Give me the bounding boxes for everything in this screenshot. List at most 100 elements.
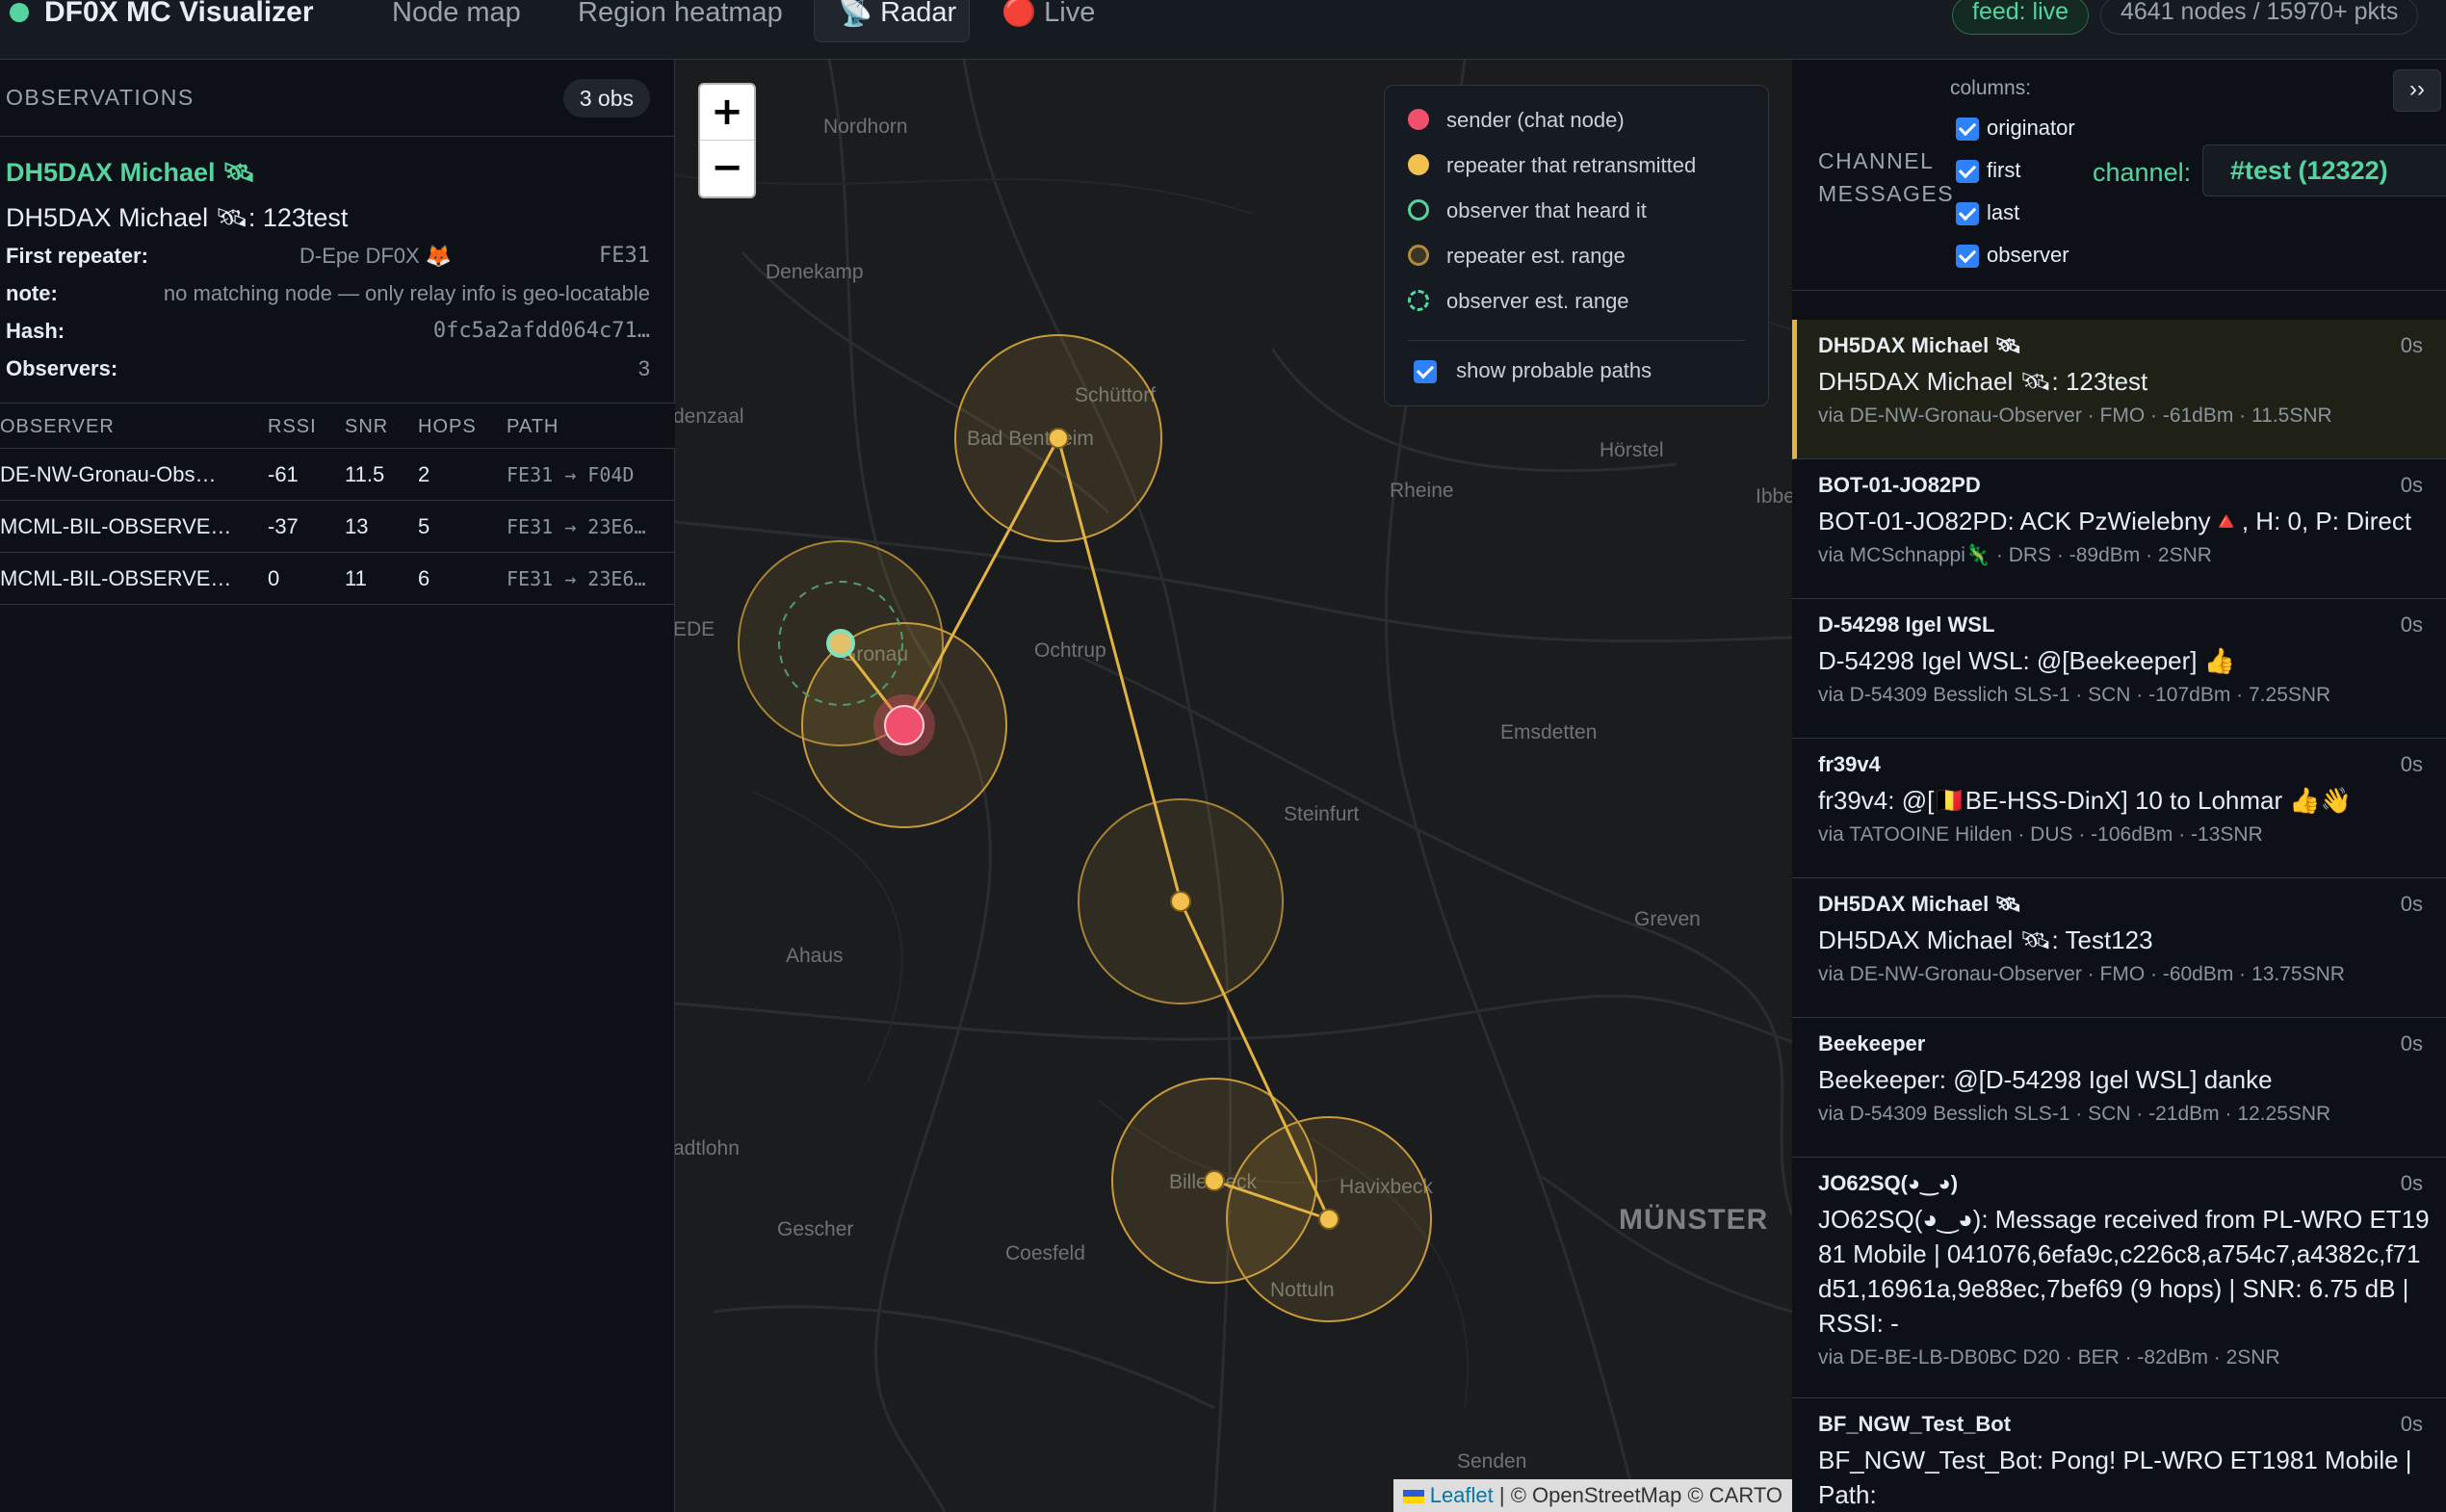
channel-label: channel: [2093,158,2192,187]
top-bar: DF0X MC Visualizer Node map Region heatm… [0,0,2446,60]
message-sender: DH5DAX Michael 🛰 [1818,333,2022,357]
list-item[interactable]: JO62SQ(◕‿◕) 0s JO62SQ(◕‿◕): Message recei… [1792,1158,2446,1398]
channel-header: CHANNEL MESSAGES columns: originator fir… [1792,60,2446,291]
table-row[interactable]: MCML-BIL-OBSERVE… -37 13 5 FE31 → 23E6… [0,501,675,553]
observer-marker[interactable] [826,629,855,658]
col-header-observer[interactable]: OBSERVER [0,404,241,450]
repeater-range-icon [1408,245,1429,266]
repeater-marker[interactable] [1048,428,1069,449]
observers-value: 3 [638,356,650,380]
cell-snr: 11.5 [345,462,385,486]
show-paths-toggle[interactable]: show probable paths [1414,358,1652,384]
zoom-in-button[interactable]: + [700,85,754,141]
checkbox[interactable] [1956,117,1979,142]
cell-rssi: -61 [268,462,299,486]
node-stats-badge: 4641 nodes / 15970+ pkts [2100,0,2419,35]
message-age: 0s [2400,1412,2423,1436]
tab-node-map[interactable]: Node map [392,0,521,43]
table-header-row: OBSERVER RSSI SNR HOPS PATH [0,403,675,449]
map-label-ochtrup: Ochtrup [1034,639,1106,662]
collapse-panel-button[interactable]: ›› [2393,69,2441,112]
checkbox[interactable] [1956,202,1979,226]
tab-radar[interactable]: 📡 Radar [814,0,970,42]
map-label-denekamp: Denekamp [766,261,864,283]
status-dot-icon [10,3,29,22]
repeater-marker[interactable] [1318,1209,1340,1230]
col-header-path[interactable]: PATH [507,404,670,450]
map-label-ede: EDE [675,618,715,640]
repeater-dot-icon [1408,154,1429,175]
message-sender: DH5DAX Michael 🛰 [1818,892,2022,916]
list-item[interactable]: D-54298 Igel WSL 0s D-54298 Igel WSL: @[B… [1792,599,2446,739]
message-sender: BOT-01-JO82PD [1818,473,1981,497]
column-toggle-observer[interactable]: observer [1956,243,2069,269]
cell-rssi: -37 [268,514,299,538]
message-sender: BF_NGW_Test_Bot [1818,1412,2012,1436]
cell-observer: MCML-BIL-OBSERVE… [0,566,232,590]
column-toggle-originator[interactable]: originator [1956,116,2075,142]
table-row[interactable]: MCML-BIL-OBSERVE… 0 11 6 FE31 → 23E6… [0,553,675,605]
checkbox[interactable] [1956,160,1979,184]
observations-title: OBSERVATIONS [6,85,195,110]
observations-header: OBSERVATIONS 3 obs [0,60,675,137]
repeater-marker[interactable] [1170,891,1191,912]
observations-panel: OBSERVATIONS 3 obs DH5DAX Michael 🛰 DH5D… [0,60,675,1512]
cell-path: FE31 → F04D [507,463,635,486]
radar-map[interactable]: Nordhorn Denekamp denzaal Schüttorf Bad … [675,60,1792,1512]
message-age: 0s [2400,1031,2423,1056]
message-age: 0s [2400,892,2423,916]
map-label-rheine: Rheine [1390,480,1454,502]
cell-snr: 11 [345,566,367,590]
message-sender: fr39v4 [1818,752,1881,776]
first-repeater-code: FE31 [599,244,650,268]
list-item[interactable]: BF_NGW_Test_Bot 0s BF_NGW_Test_Bot: Pong!… [1792,1398,2446,1512]
observers-label: Observers: [6,356,118,380]
checkbox[interactable] [1956,245,1979,269]
show-paths-label: show probable paths [1456,358,1652,382]
message-text: DH5DAX Michael 🛰: Test123 [1818,925,2153,954]
map-label-ahaus: Ahaus [786,945,844,967]
zoom-out-button[interactable]: − [700,141,754,196]
list-item[interactable]: fr39v4 0s fr39v4: @[🇧🇪BE-HSS-DinX] 10 to … [1792,739,2446,878]
message-sender: Beekeeper [1818,1031,1926,1056]
sender-marker[interactable] [884,705,924,745]
cell-hops: 6 [418,566,430,590]
column-toggle-last[interactable]: last [1956,200,2019,226]
map-label-greven: Greven [1634,908,1701,930]
first-repeater-value[interactable]: D-Epe DF0X 🦊 [299,244,452,269]
list-item[interactable]: Beekeeper 0s Beekeeper: @[D-54298 Igel WS… [1792,1018,2446,1158]
message-sender: JO62SQ(◕‿◕) [1818,1171,1959,1195]
note-label: note: [6,281,58,305]
col-header-rssi[interactable]: RSSI [268,404,317,450]
table-row[interactable]: DE-NW-Gronau-Obs… -61 11.5 2 FE31 → F04D [0,449,675,501]
message-via: via D-54309 Besslich SLS-1 · SCN · -107d… [1818,684,2331,706]
tab-region-heatmap[interactable]: Region heatmap [578,0,783,43]
map-label-ibbe: Ibbe [1756,485,1792,508]
list-item[interactable]: DH5DAX Michael 🛰 0s DH5DAX Michael 🛰: 123… [1792,320,2446,459]
cell-observer: DE-NW-Gronau-Obs… [0,462,217,486]
sender-name[interactable]: DH5DAX Michael 🛰 [6,157,255,188]
list-item[interactable]: BOT-01-JO82PD 0s BOT-01-JO82PD: ACK PzWie… [1792,459,2446,599]
message-text: DH5DAX Michael 🛰: 123test [6,203,349,232]
observation-count-badge: 3 obs [562,79,650,117]
column-toggle-first[interactable]: first [1956,158,2020,184]
message-text: DH5DAX Michael 🛰: 123test [1818,367,2148,396]
channel-select[interactable]: #test (12322) [2202,144,2446,196]
list-item[interactable]: DH5DAX Michael 🛰 0s DH5DAX Michael 🛰: Tes… [1792,878,2446,1018]
map-label-gescher: Gescher [777,1218,853,1240]
repeater-marker[interactable] [1204,1170,1225,1191]
cell-snr: 13 [345,514,369,538]
col-header-snr[interactable]: SNR [345,404,388,450]
col-header-hops[interactable]: HOPS [418,404,477,450]
message-age: 0s [2400,613,2423,637]
observer-table: OBSERVER RSSI SNR HOPS PATH DE-NW-Gronau… [0,403,675,605]
show-paths-checkbox[interactable] [1414,360,1437,384]
message-via: via MCSchnappi🦎 · DRS · -89dBm · 2SNR [1818,544,2212,566]
map-attribution: Leaflet | © OpenStreetMap © CARTO [1392,1479,1792,1512]
message-via: via DE-NW-Gronau-Observer · FMO · -60dBm… [1818,963,2345,985]
cell-path: FE31 → 23E6… [507,567,646,590]
leaflet-link[interactable]: Leaflet [1430,1483,1494,1507]
message-age: 0s [2400,333,2423,357]
message-sender: D-54298 Igel WSL [1818,613,1995,637]
tab-live[interactable]: 🔴 Live [1002,0,1095,43]
